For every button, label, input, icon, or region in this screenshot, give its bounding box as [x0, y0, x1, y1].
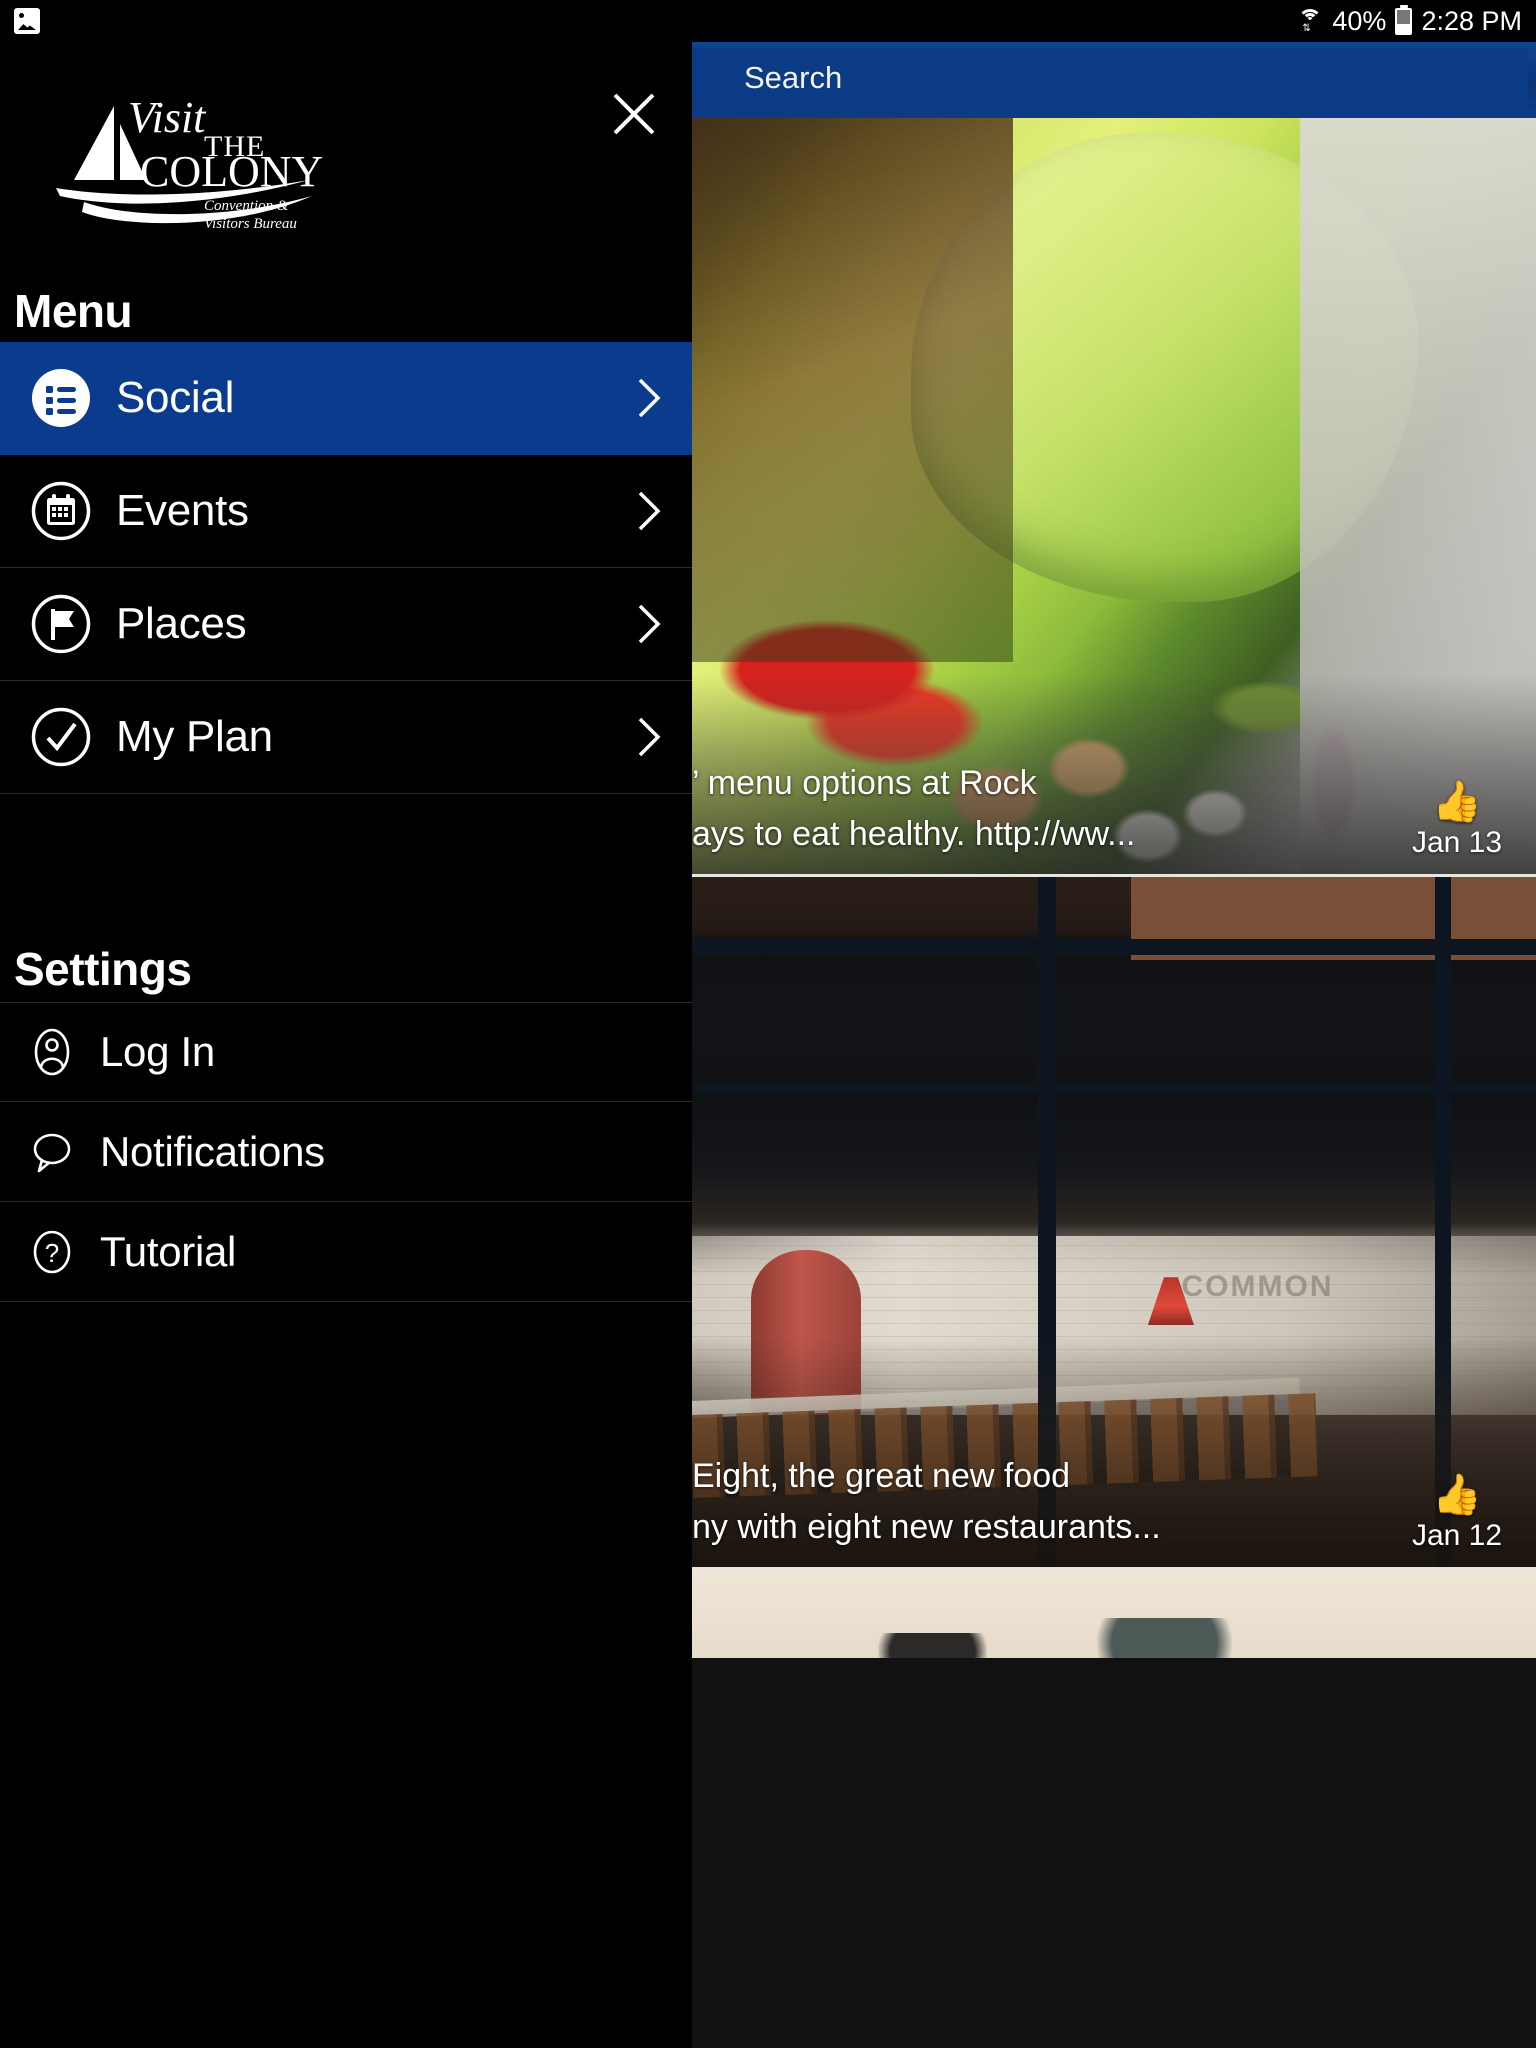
chevron-right-icon [632, 489, 666, 533]
status-bar: ⇅ 40% 2:28 PM [0, 0, 1536, 42]
settings-heading: Settings [14, 943, 192, 995]
clock: 2:28 PM [1421, 5, 1522, 36]
battery-percent: 40% [1332, 5, 1387, 36]
image-icon [14, 8, 40, 34]
check-icon [30, 706, 92, 768]
caption-line-1: Eight, the great new food [692, 1457, 1071, 1495]
post-meta: 👍 Jan 13 [1394, 782, 1520, 860]
feed-panel: Search ’ menu options at Rock ays to eat… [692, 42, 1536, 2048]
menu-item-social[interactable]: Social [0, 342, 692, 455]
menu-item-label: Events [116, 486, 249, 535]
caption-line-2: ny with eight new restaurants... [692, 1508, 1161, 1546]
wall-text: COMMON [1181, 1270, 1334, 1304]
brand-logo: Visit THE COLONY Convention & Visitors B… [44, 84, 324, 244]
chevron-right-icon [632, 602, 666, 646]
caption-line-1: ’ menu options at Rock [692, 764, 1037, 802]
app-root: Search ’ menu options at Rock ays to eat… [0, 0, 1536, 2048]
svg-text:Visitors Bureau: Visitors Bureau [204, 216, 297, 232]
feed-post[interactable]: COMMON Eight, the great new food ny with… [692, 877, 1536, 1567]
menu-heading: Menu [14, 285, 133, 337]
person-icon [26, 1026, 78, 1078]
feed-post[interactable]: ’ menu options at Rock ays to eat health… [692, 118, 1536, 874]
menu-item-label: Places [116, 599, 247, 648]
calendar-icon [30, 480, 92, 542]
menu-item-places[interactable]: Places [0, 568, 692, 681]
post-date: Jan 13 [1411, 826, 1503, 859]
post-meta: 👍 Jan 12 [1394, 1475, 1520, 1553]
menu-item-events[interactable]: Events [0, 455, 692, 568]
svg-text:?: ? [45, 1238, 59, 1268]
thumbs-up-icon[interactable]: 👍 [1432, 1475, 1482, 1515]
close-drawer-button[interactable] [602, 82, 666, 146]
menu-item-label: Social [116, 373, 235, 422]
menu-item-my-plan[interactable]: My Plan [0, 681, 692, 794]
menu-item-label: My Plan [116, 712, 273, 761]
settings-item-label: Log In [100, 1028, 215, 1075]
search-bar[interactable]: Search [692, 42, 1536, 118]
settings-item-label: Tutorial [100, 1227, 237, 1275]
svg-text:Visit: Visit [128, 93, 207, 142]
flag-icon [30, 593, 92, 655]
feed-post[interactable] [692, 1570, 1536, 1658]
settings-item-tutorial[interactable]: ? Tutorial [0, 1202, 692, 1302]
wifi-icon: ⇅ [1297, 9, 1323, 34]
caption-line-2: ays to eat healthy. http://ww... [692, 815, 1136, 853]
speech-bubble-icon [26, 1126, 78, 1178]
chevron-right-icon [632, 715, 666, 759]
post-date: Jan 12 [1411, 1519, 1503, 1552]
chevron-right-icon [632, 376, 666, 420]
menu-list: Social Events Places My Plan [0, 342, 692, 794]
question-mark-icon: ? [26, 1226, 78, 1278]
search-placeholder: Search [744, 60, 843, 95]
search-input[interactable]: Search [692, 48, 1528, 108]
battery-icon [1395, 7, 1413, 35]
status-notifications [14, 8, 40, 34]
settings-item-log-in[interactable]: Log In [0, 1002, 692, 1102]
thumbs-up-icon[interactable]: 👍 [1432, 782, 1482, 822]
settings-item-notifications[interactable]: Notifications [0, 1102, 692, 1202]
svg-text:COLONY: COLONY [140, 147, 323, 196]
settings-list: Log In Notifications ? Tutorial [0, 1002, 692, 1302]
post-image-cream [692, 1570, 1536, 1658]
close-icon [613, 93, 655, 135]
sailboat-icon: Visit THE COLONY Convention & Visitors B… [56, 93, 323, 232]
status-indicators: ⇅ 40% 2:28 PM [1297, 6, 1522, 37]
navigation-drawer: Visit THE COLONY Convention & Visitors B… [0, 42, 692, 2048]
svg-text:Convention &: Convention & [204, 198, 289, 214]
settings-item-label: Notifications [100, 1127, 325, 1175]
list-icon [30, 367, 92, 429]
